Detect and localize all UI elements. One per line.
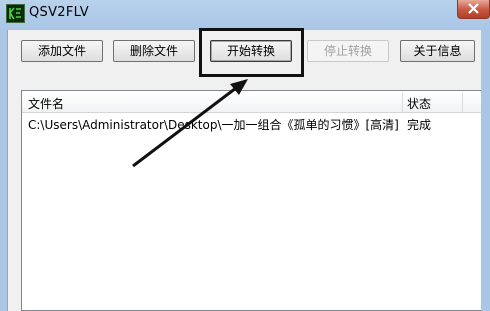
annotation-arrow	[132, 79, 248, 168]
